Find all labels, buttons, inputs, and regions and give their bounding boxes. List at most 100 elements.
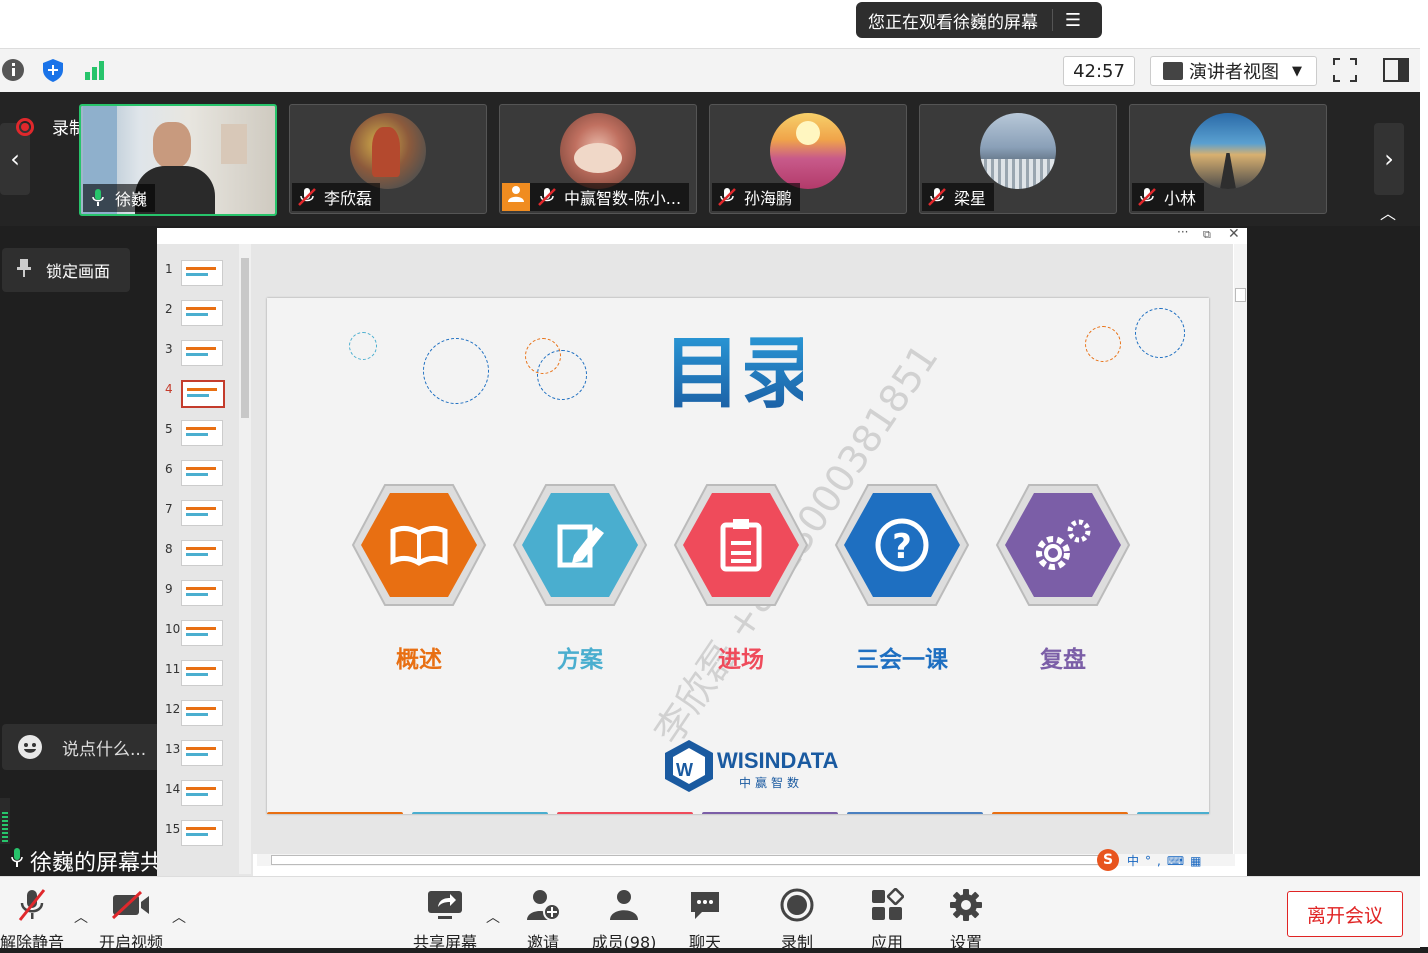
sidebar-toggle-icon[interactable] (1382, 57, 1409, 83)
info-icon[interactable] (2, 57, 28, 83)
mic-on-icon (87, 188, 109, 208)
sogou-ime-icon[interactable]: S (1097, 849, 1119, 871)
thumbnail-scrollbar[interactable] (239, 244, 251, 874)
more-icon[interactable]: ··· (1177, 225, 1188, 239)
slide-thumbnail[interactable] (181, 460, 223, 486)
ime-toolbar[interactable]: S 中°,⌨▦ (1097, 848, 1247, 872)
decorative-circle (349, 332, 377, 360)
mic-muted-icon (296, 187, 318, 207)
pin-icon (16, 258, 32, 283)
signal-strength-icon[interactable] (82, 57, 108, 83)
share-options-caret[interactable]: ︿ (486, 907, 500, 927)
presentation-titlebar: ··· ⧉ ✕ (157, 225, 1247, 244)
strip-next-button[interactable]: › (1374, 123, 1404, 195)
lock-screen-button[interactable]: 锁定画面 (2, 248, 130, 292)
participant-tile[interactable]: 梁星 (919, 104, 1117, 214)
thumbnail-number: 11 (165, 662, 181, 676)
speaker-view-icon (1163, 62, 1183, 80)
leave-meeting-button[interactable]: 离开会议 (1287, 891, 1403, 937)
slide-thumbnail[interactable] (181, 420, 223, 446)
participant-name-bar: 梁星 (922, 183, 995, 211)
share-screen-button[interactable]: 共享屏幕 (405, 887, 485, 953)
agenda-item-label: 复盘 (1040, 647, 1086, 673)
view-mode-select[interactable]: 演讲者视图 ▼ (1150, 56, 1317, 86)
record-button[interactable]: 录制 (757, 887, 837, 953)
slide-thumbnail[interactable] (181, 700, 223, 726)
participant-name: 小林 (1164, 189, 1197, 208)
unmute-button[interactable]: 解除静音 (0, 887, 72, 953)
gear-icon (995, 484, 1131, 606)
edit-icon (512, 484, 648, 606)
video-off-icon (91, 887, 171, 923)
chat-button[interactable]: 聊天 (665, 887, 745, 953)
clipboard-icon (673, 484, 809, 606)
participant-tile[interactable]: 李欣磊 (289, 104, 487, 214)
slide-thumbnail[interactable] (181, 820, 223, 846)
slide-title: 目录 (663, 326, 819, 419)
restore-icon[interactable]: ⧉ (1203, 228, 1211, 242)
close-icon[interactable]: ✕ (1228, 226, 1240, 242)
record-label: 录制 (780, 933, 813, 952)
book-icon (351, 484, 487, 606)
color-bar (412, 812, 548, 814)
slide-thumbnail[interactable] (181, 620, 223, 646)
apps-label: 应用 (870, 933, 903, 952)
color-bar (557, 812, 693, 814)
participant-name: 梁星 (954, 189, 987, 208)
agenda-item-label: 概述 (396, 647, 442, 673)
agenda-item-label: 方案 (557, 647, 603, 673)
slide-thumbnail[interactable] (181, 740, 223, 766)
agenda-item: 复盘 (993, 480, 1133, 710)
participant-tile[interactable]: 小林 (1129, 104, 1327, 214)
thumbnail-number: 2 (165, 302, 173, 316)
video-options-caret[interactable]: ︿ (172, 907, 186, 927)
apps-button[interactable]: 应用 (847, 887, 927, 953)
slide-thumbnail[interactable] (181, 660, 223, 686)
collapse-strip-icon[interactable]: ︿ (1380, 200, 1396, 224)
slide-thumbnail[interactable] (181, 300, 223, 326)
slide-thumbnail[interactable] (181, 260, 223, 286)
invite-button[interactable]: 邀请 (503, 887, 583, 953)
slide-thumbnail[interactable] (181, 580, 223, 606)
audio-options-caret[interactable]: ︿ (74, 907, 88, 927)
slide-thumbnail[interactable] (181, 780, 223, 806)
participant-tile[interactable]: 孙海鹏 (709, 104, 907, 214)
color-bar (1137, 812, 1209, 814)
members-icon (584, 887, 664, 923)
security-shield-icon[interactable] (40, 57, 66, 83)
participant-name: 中赢智数-陈小... (564, 189, 682, 208)
thumbnail-number: 10 (165, 622, 181, 636)
ime-status-icons[interactable]: 中°,⌨▦ (1127, 852, 1207, 869)
thumbnail-number: 5 (165, 422, 173, 436)
fullscreen-icon[interactable] (1332, 57, 1358, 83)
thumbnail-number: 4 (165, 382, 173, 396)
decorative-circle (1085, 326, 1121, 362)
slide-thumbnail[interactable] (181, 540, 223, 566)
audio-level-meter (0, 798, 10, 844)
window-right-edge (1420, 0, 1428, 947)
list-icon[interactable]: ☰ (1053, 10, 1093, 31)
participant-tile[interactable]: 中赢智数-陈小... (499, 104, 697, 214)
members-button[interactable]: 成员(98) (584, 887, 664, 953)
emoji-icon[interactable] (18, 735, 42, 759)
share-screen-label: 共享屏幕 (412, 933, 477, 952)
slide-thumbnail[interactable] (181, 340, 223, 366)
mic-on-icon (10, 847, 24, 875)
start-video-button[interactable]: 开启视频 (91, 887, 171, 953)
slide-thumbnail[interactable] (181, 500, 223, 526)
horizontal-scrollbar[interactable] (257, 854, 1235, 866)
wisindata-logo-icon: W (665, 740, 713, 792)
settings-label: 设置 (949, 933, 982, 952)
vertical-scrollbar[interactable] (1234, 244, 1247, 854)
decorative-circle (423, 338, 489, 404)
settings-button[interactable]: 设置 (926, 887, 1006, 953)
thumbnail-number: 12 (165, 702, 181, 716)
recording-dot-icon (16, 117, 34, 136)
question-icon: ? (834, 484, 970, 606)
color-bar (267, 812, 403, 814)
participant-tile[interactable]: 徐巍 (79, 104, 277, 216)
avatar (560, 113, 636, 189)
thumbnail-number: 9 (165, 582, 173, 596)
slide-thumbnail[interactable] (181, 380, 225, 408)
svg-text:W: W (676, 760, 693, 780)
